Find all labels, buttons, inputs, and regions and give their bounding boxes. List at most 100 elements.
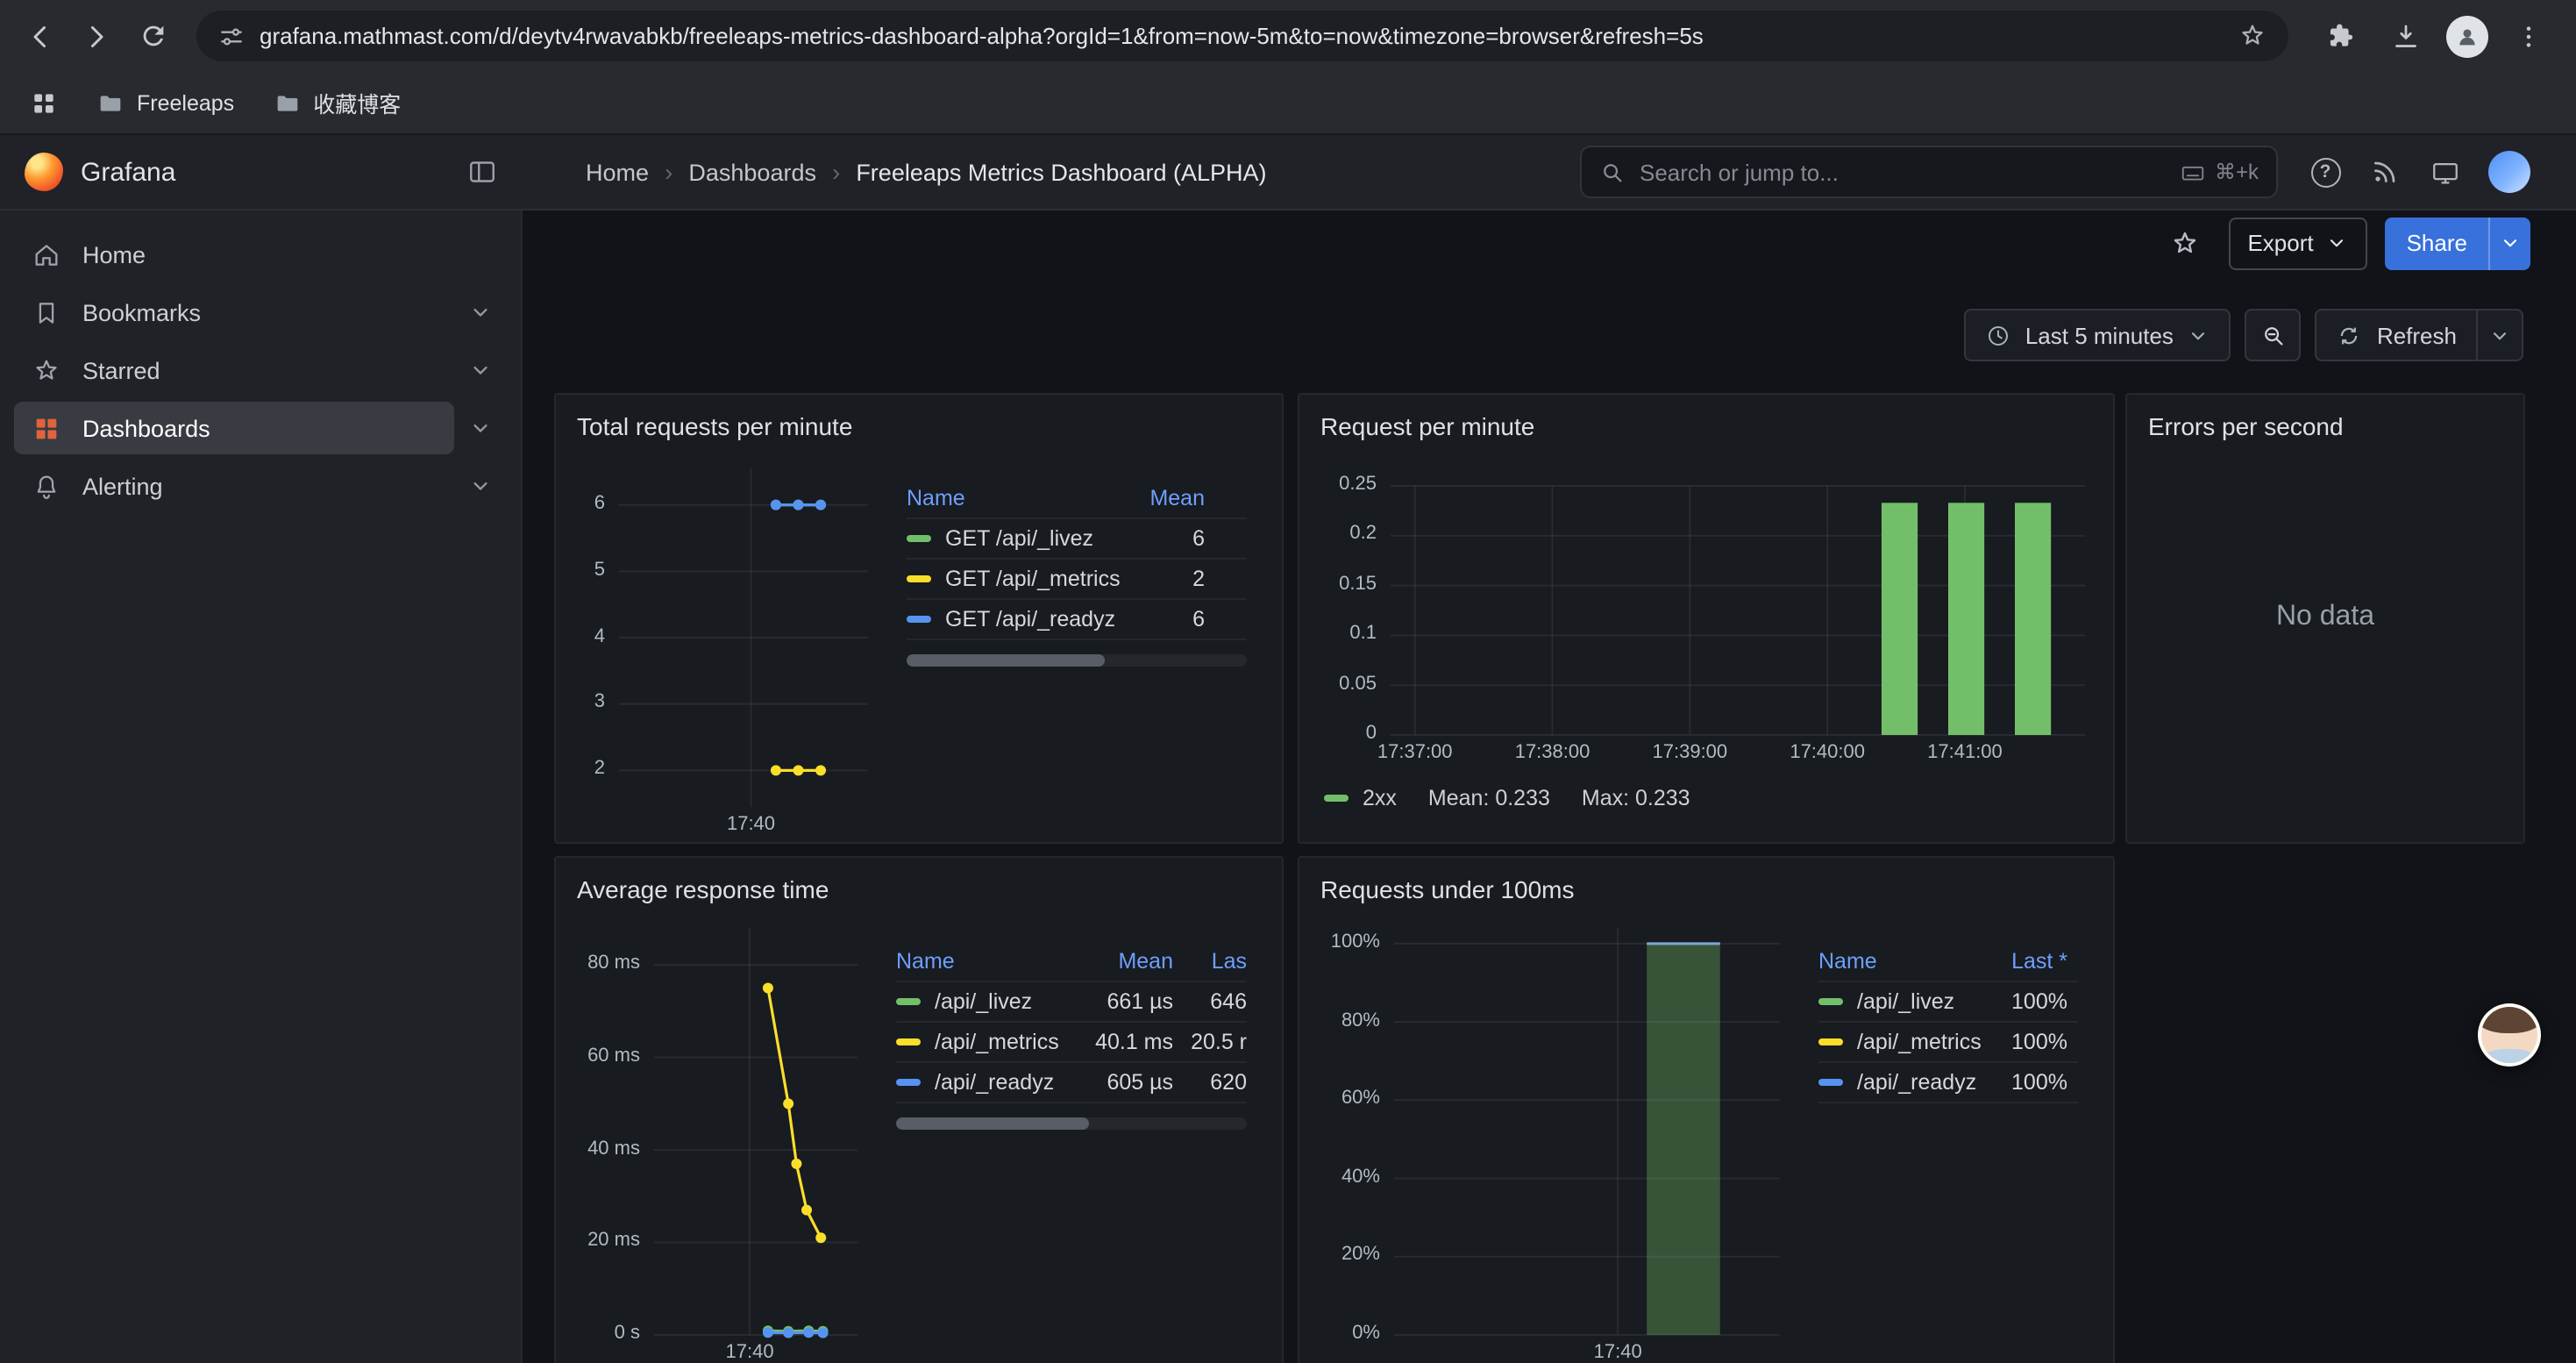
keyboard-icon — [2180, 159, 2206, 185]
sidebar-toggle-button[interactable] — [466, 156, 498, 188]
series-last: 620 — [1173, 1070, 1247, 1095]
legend-header-mean[interactable]: Mean — [1121, 486, 1205, 510]
search-bar[interactable]: ⌘+k — [1580, 146, 2278, 198]
legend-row[interactable]: GET /api/_metrics 2 — [907, 560, 1247, 600]
legend-row[interactable]: /api/_readyz 100% — [1818, 1063, 2078, 1103]
extensions-button[interactable] — [2313, 10, 2366, 62]
export-label: Export — [2247, 230, 2313, 256]
series-name[interactable]: 2xx — [1363, 786, 1397, 810]
series-name[interactable]: /api/_livez — [1857, 989, 1954, 1014]
legend-row[interactable]: /api/_readyz 605 µs 620 — [896, 1063, 1247, 1103]
forward-button[interactable] — [70, 10, 123, 62]
share-dropdown-button[interactable] — [2488, 217, 2530, 269]
series-name[interactable]: GET /api/_livez — [945, 526, 1093, 551]
series-name[interactable]: /api/_readyz — [935, 1070, 1054, 1095]
series-name[interactable]: /api/_readyz — [1857, 1070, 1976, 1095]
share-label[interactable]: Share — [2386, 217, 2488, 269]
legend-header-name[interactable]: Name — [1818, 949, 1983, 974]
series-name[interactable]: /api/_livez — [935, 989, 1032, 1014]
ytick-label: 60% — [1317, 1088, 1380, 1110]
series-swatch — [1818, 1079, 1843, 1086]
bookmark-folder[interactable]: 收藏博客 — [260, 81, 413, 125]
display-button[interactable] — [2418, 146, 2471, 198]
panel-title[interactable]: Requests under 100ms — [1299, 858, 2113, 917]
refresh-button[interactable]: Refresh — [2316, 309, 2478, 361]
panel-title[interactable]: Total requests per minute — [556, 395, 1282, 454]
total-requests-chart[interactable]: 2345617:40 — [573, 454, 882, 842]
legend-header-mean[interactable]: Mean — [1075, 949, 1173, 974]
chevron-down-icon[interactable] — [454, 300, 507, 325]
series-name[interactable]: GET /api/_metrics — [945, 567, 1121, 591]
requests-under-100ms-chart[interactable]: 0%20%40%60%80%100%17:40 — [1317, 917, 1794, 1363]
sidebar-item-home[interactable]: Home — [14, 228, 507, 281]
share-button[interactable]: Share — [2386, 217, 2530, 269]
back-button[interactable] — [14, 10, 67, 62]
legend-series[interactable]: 2xx — [1324, 786, 1397, 810]
news-button[interactable] — [2359, 146, 2411, 198]
breadcrumb-item-home[interactable]: Home — [586, 159, 649, 185]
browser-profile-avatar[interactable] — [2446, 15, 2488, 57]
site-info-icon[interactable] — [217, 22, 246, 50]
sidebar-item-alerting[interactable]: Alerting — [14, 460, 507, 512]
legend-row[interactable]: GET /api/_livez 6 — [907, 519, 1247, 560]
apps-button[interactable] — [18, 76, 70, 129]
ytick-label: 60 ms — [573, 1045, 640, 1068]
export-button[interactable]: Export — [2228, 217, 2367, 269]
bookmark-folder[interactable]: Freeleaps — [84, 83, 246, 122]
floating-assistant-avatar[interactable] — [2478, 1003, 2541, 1067]
legend-header-last[interactable]: Last * — [1983, 949, 2067, 974]
series-swatch — [896, 998, 921, 1005]
chevron-down-icon[interactable] — [454, 358, 507, 382]
panel-title[interactable]: Errors per second — [2127, 395, 2523, 454]
sidebar-item-starred[interactable]: Starred — [14, 344, 507, 396]
legend-header-name[interactable]: Name — [896, 949, 1075, 974]
legend-row[interactable]: /api/_metrics 40.1 ms 20.5 r — [896, 1023, 1247, 1063]
legend-row[interactable]: /api/_livez 100% — [1818, 982, 2078, 1023]
panel-title[interactable]: Average response time — [556, 858, 1282, 917]
refresh-interval-dropdown[interactable] — [2478, 309, 2523, 361]
browser-menu-button[interactable] — [2502, 10, 2555, 62]
legend-header-last[interactable]: Las — [1173, 949, 1247, 974]
legend-row[interactable]: /api/_livez 661 µs 646 — [896, 982, 1247, 1023]
scrollbar-thumb[interactable] — [907, 654, 1104, 667]
scrollbar-thumb[interactable] — [896, 1117, 1089, 1130]
grafana-logo[interactable] — [25, 153, 63, 191]
favorite-dashboard-button[interactable] — [2158, 217, 2210, 269]
series-swatch — [896, 1079, 921, 1086]
xtick-label: 17:37:00 — [1377, 742, 1453, 765]
chevron-down-icon[interactable] — [454, 416, 507, 440]
legend-scrollbar[interactable] — [907, 654, 1247, 667]
reload-button[interactable] — [126, 10, 179, 62]
bell-icon — [32, 471, 61, 501]
legend-scrollbar[interactable] — [896, 1117, 1247, 1130]
sidebar-item-bookmarks[interactable]: Bookmarks — [14, 286, 507, 339]
zoom-out-button[interactable] — [2245, 309, 2302, 361]
series-swatch — [907, 535, 931, 542]
help-button[interactable] — [2299, 146, 2352, 198]
dashboards-grid-icon — [32, 413, 61, 443]
user-avatar[interactable] — [2488, 151, 2530, 193]
search-input[interactable] — [1640, 159, 2166, 185]
average-response-time-chart[interactable]: 0 s20 ms40 ms60 ms80 ms17:40 — [573, 917, 872, 1363]
back-icon — [25, 20, 56, 52]
legend-row[interactable]: GET /api/_readyz 6 — [907, 600, 1247, 640]
downloads-button[interactable] — [2380, 10, 2432, 62]
request-per-minute-chart[interactable]: 00.050.10.150.20.2517:37:0017:38:0017:39… — [1317, 472, 2099, 770]
series-name[interactable]: GET /api/_readyz — [945, 607, 1115, 632]
time-range-picker[interactable]: Last 5 minutes — [1964, 309, 2231, 361]
series-name[interactable]: /api/_metrics — [935, 1030, 1059, 1054]
chevron-down-icon[interactable] — [454, 474, 507, 498]
series-name[interactable]: /api/_metrics — [1857, 1030, 1982, 1054]
folder-icon — [273, 89, 301, 117]
legend-row[interactable]: /api/_metrics 100% — [1818, 1023, 2078, 1063]
sidebar-item-dashboards[interactable]: Dashboards — [14, 402, 507, 454]
sidebar-label: Alerting — [82, 473, 163, 499]
legend-header-name[interactable]: Name — [907, 486, 1121, 510]
panel-title[interactable]: Request per minute — [1299, 395, 2113, 454]
xtick-label: 17:40 — [727, 814, 775, 837]
url-bar[interactable] — [196, 11, 2288, 61]
breadcrumb-item-dashboards[interactable]: Dashboards — [688, 159, 816, 185]
series-swatch — [1818, 1038, 1843, 1045]
url-input[interactable] — [260, 23, 2224, 49]
bookmark-star-icon[interactable] — [2238, 21, 2267, 51]
